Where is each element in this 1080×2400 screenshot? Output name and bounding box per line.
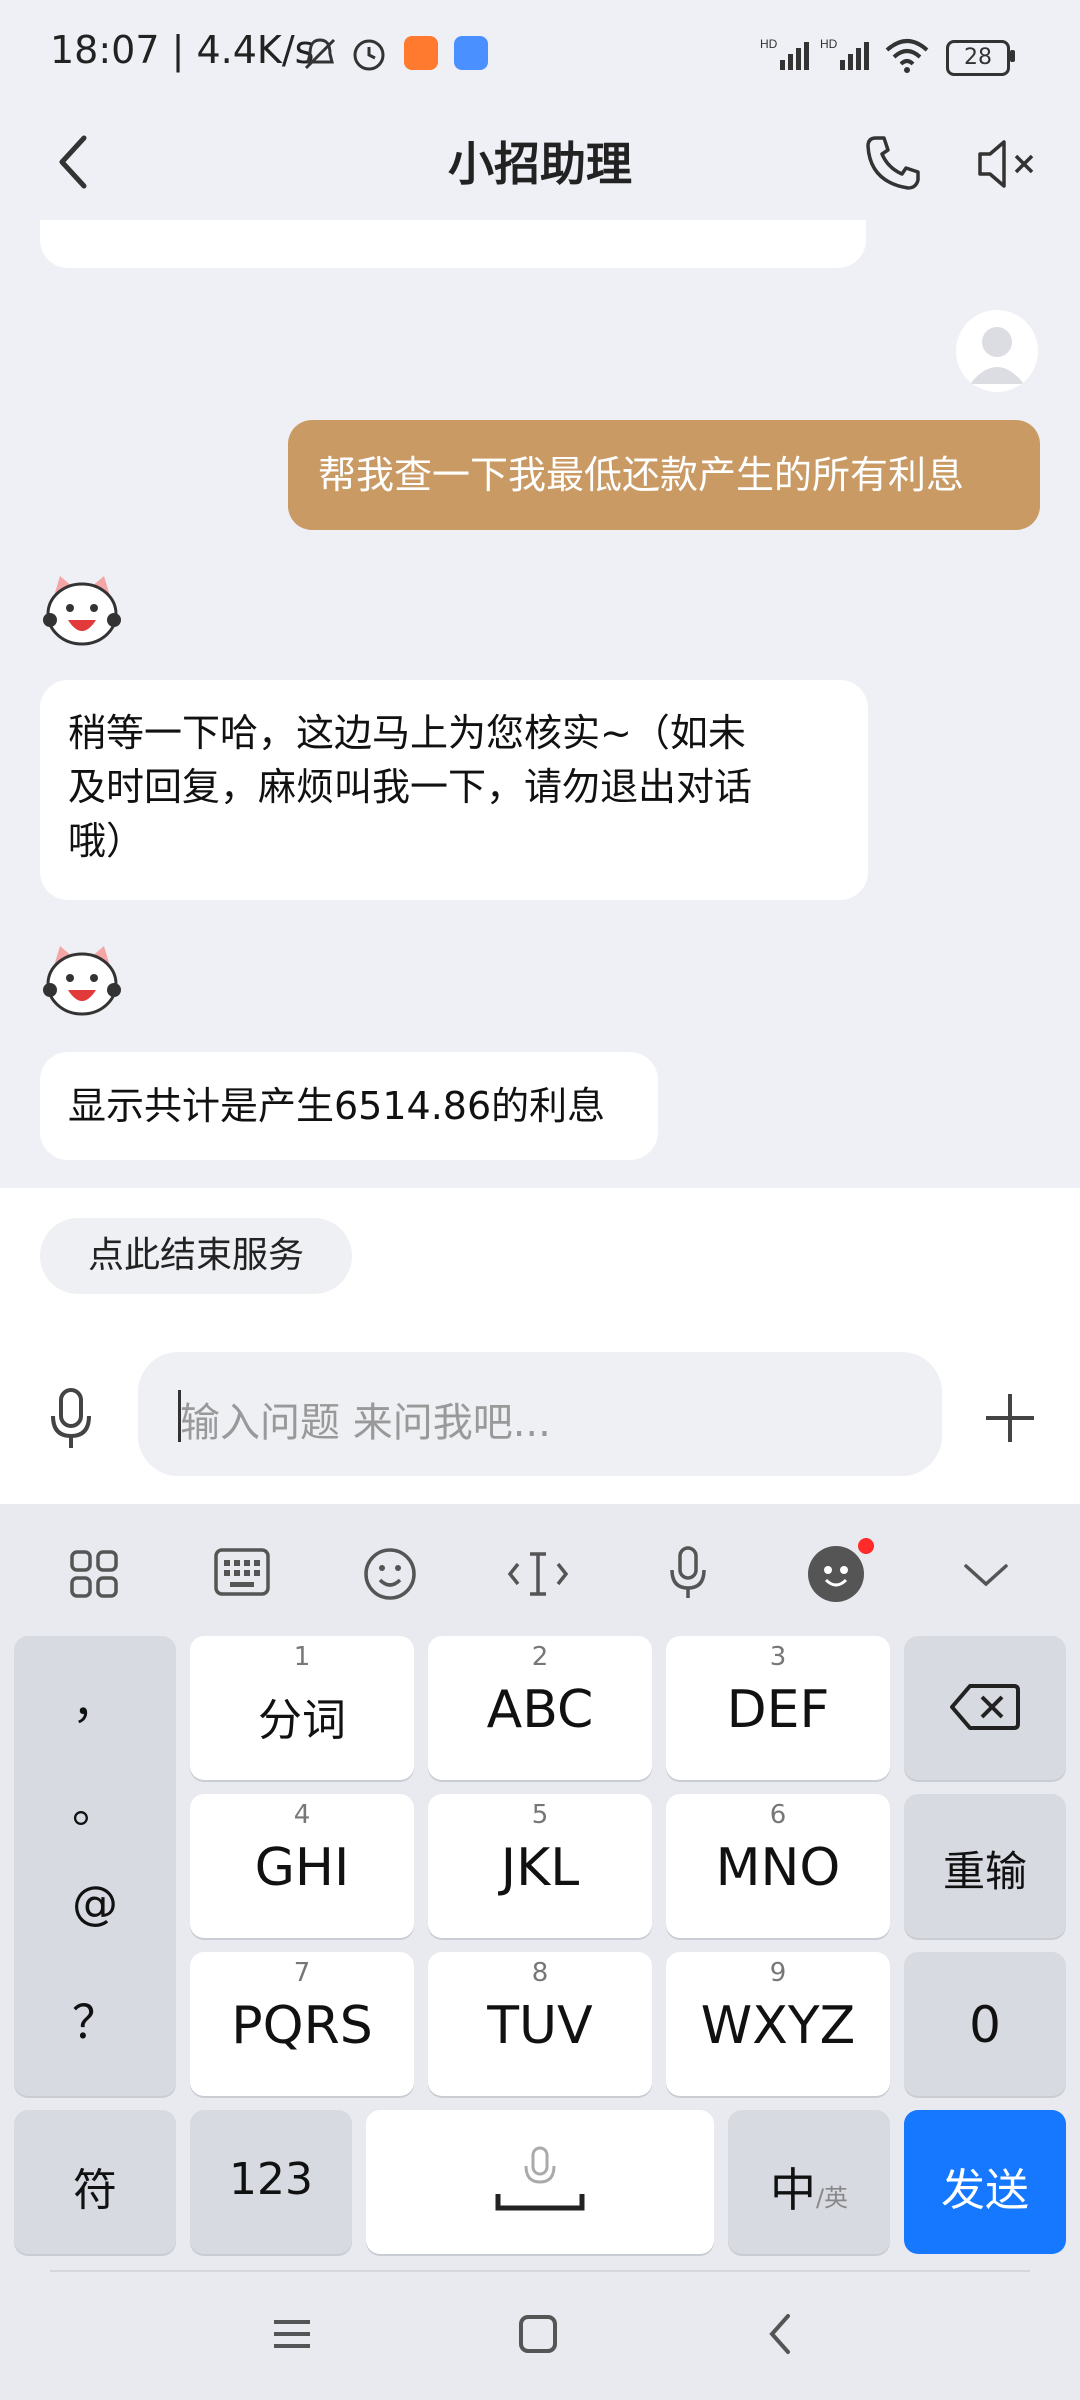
wifi-icon [885, 39, 929, 73]
bot-message-line: 稍等一下哈，这边马上为您核实~（如未 [68, 711, 746, 755]
user-avatar [956, 310, 1038, 392]
status-bar: 18:07 | 4.4K/s HD HD 28 [0, 0, 1080, 110]
space-key[interactable] [366, 2110, 714, 2254]
punct-at-key[interactable]: @ [14, 1876, 176, 1930]
emoji-icon[interactable] [340, 1534, 440, 1614]
menu-icon[interactable] [262, 2304, 322, 2364]
key-9[interactable]: 9 WXYZ [666, 1952, 890, 2096]
input-area: 点此结束服务 输入问题 来问我吧... [0, 1188, 1080, 1504]
question-input[interactable]: 输入问题 来问我吧... [138, 1352, 942, 1476]
svg-text:HD: HD [760, 37, 778, 51]
end-service-label: 点此结束服务 [87, 1235, 304, 1276]
bot-message-bubble: 稍等一下哈，这边马上为您核实~（如未 及时回复，麻烦叫我一下，请勿退出对话 哦） [40, 680, 868, 900]
backspace-icon [950, 1684, 1020, 1730]
signal-hd-icon: HD [760, 37, 809, 70]
bot-message-line: 及时回复，麻烦叫我一下，请勿退出对话 [68, 765, 753, 809]
bot-message-bubble: 显示共计是产生6514.86的利息 [40, 1052, 658, 1160]
bot-avatar-icon [43, 576, 121, 646]
bot-message-line: 哦） [68, 819, 145, 863]
alarm-icon [353, 39, 385, 71]
mute-icon [304, 38, 336, 70]
apps-grid-icon[interactable] [44, 1534, 144, 1614]
microphone-icon[interactable] [46, 1384, 96, 1454]
reinput-key[interactable]: 重输 [904, 1794, 1066, 1938]
message-bubble-partial [40, 220, 866, 268]
key-6[interactable]: 6 MNO [666, 1794, 890, 1938]
punctuation-column[interactable]: ， 。 @ ？ [14, 1636, 176, 2096]
chat-area: 帮我查一下我最低还款产生的所有利息 稍等一下哈，这边马上为您核实~（如未 及时回… [0, 220, 1080, 1188]
signal-hd-icon: HD [820, 37, 869, 70]
user-message-text: 帮我查一下我最低还款产生的所有利息 [318, 453, 965, 497]
chevron-down-icon[interactable] [936, 1534, 1036, 1614]
status-time: 18:07 [50, 28, 160, 72]
punct-question-key[interactable]: ？ [14, 1986, 176, 2052]
home-icon[interactable] [508, 2304, 568, 2364]
back-nav-icon[interactable] [752, 2304, 812, 2364]
key-7[interactable]: 7 PQRS [190, 1952, 414, 2096]
user-message-bubble: 帮我查一下我最低还款产生的所有利息 [288, 420, 1040, 530]
keyboard-icon[interactable] [192, 1534, 292, 1614]
key-8[interactable]: 8 TUV [428, 1952, 652, 2096]
app-icon-blue [454, 36, 488, 70]
input-placeholder: 输入问题 来问我吧... [180, 1400, 551, 1446]
key-3[interactable]: 3 DEF [666, 1636, 890, 1780]
divider [50, 2270, 1030, 2272]
key-5[interactable]: 5 JKL [428, 1794, 652, 1938]
battery-icon: 28 [946, 40, 1010, 76]
end-service-button[interactable]: 点此结束服务 [40, 1218, 352, 1294]
cursor-edit-icon[interactable] [488, 1534, 588, 1614]
backspace-key[interactable] [904, 1636, 1066, 1780]
send-button[interactable]: 发送 [904, 2110, 1066, 2254]
speaker-mute-icon[interactable] [976, 136, 1040, 192]
ai-assistant-icon[interactable] [786, 1534, 886, 1614]
bot-avatar-icon [43, 946, 121, 1016]
symbol-key[interactable]: 符 [14, 2110, 176, 2254]
plus-icon[interactable] [982, 1390, 1038, 1446]
keyboard: ， 。 @ ？ 1 分词 2 ABC 3 DEF 4 GHI 5 JKL 6 M… [0, 1504, 1080, 2400]
key-2[interactable]: 2 ABC [428, 1636, 652, 1780]
phone-icon[interactable] [862, 132, 922, 192]
number-switch-key[interactable]: 123 [190, 2110, 352, 2254]
svg-text:HD: HD [820, 37, 838, 51]
key-1[interactable]: 1 分词 [190, 1636, 414, 1780]
punct-comma-key[interactable]: ， [14, 1666, 176, 1732]
network-speed: 4.4K/s [196, 28, 315, 72]
space-mic-icon [495, 2146, 585, 2211]
app-icon-orange [404, 36, 438, 70]
voice-input-icon[interactable] [638, 1534, 738, 1614]
zero-key[interactable]: 0 [904, 1952, 1066, 2096]
bot-message-line: 显示共计是产生6514.86的利息 [68, 1084, 606, 1128]
user-avatar-icon [970, 327, 1024, 384]
key-4[interactable]: 4 GHI [190, 1794, 414, 1938]
header-bar: 小招助理 [0, 110, 1080, 220]
language-switch-key[interactable]: 中/英 [728, 2110, 890, 2254]
punct-period-key[interactable]: 。 [14, 1770, 176, 1836]
